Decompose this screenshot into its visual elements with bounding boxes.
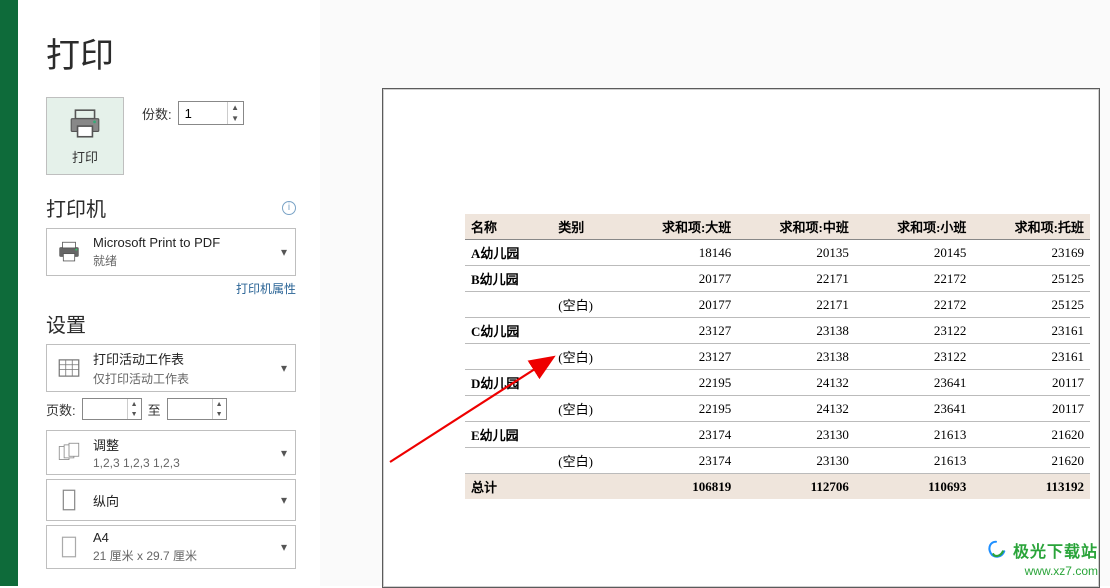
data-table: 名称 类别 求和项:大班 求和项:中班 求和项:小班 求和项:托班 A幼儿园18… bbox=[465, 214, 1090, 499]
print-button[interactable]: 打印 bbox=[46, 97, 124, 175]
watermark-title: 极光下载站 bbox=[1013, 538, 1098, 562]
settings-section-header: 设置 bbox=[46, 309, 296, 338]
pages-label: 页数: bbox=[46, 400, 76, 419]
paper-icon bbox=[55, 533, 83, 561]
printer-section-header: 打印机 i bbox=[46, 193, 296, 222]
printer-header-text: 打印机 bbox=[46, 193, 106, 222]
pages-to-label: 至 bbox=[148, 400, 161, 419]
chevron-down-icon: ▾ bbox=[281, 446, 287, 460]
info-icon[interactable]: i bbox=[282, 201, 296, 215]
paper-l2: 21 厘米 x 29.7 厘米 bbox=[93, 547, 271, 564]
paper-l1: A4 bbox=[93, 530, 271, 545]
portrait-icon bbox=[55, 486, 83, 514]
copies-row: 份数: ▲ ▼ bbox=[142, 101, 244, 125]
page-from-stepper[interactable]: ▲▼ bbox=[82, 398, 142, 420]
printer-properties-link[interactable]: 打印机属性 bbox=[236, 282, 296, 296]
printer-small-icon bbox=[55, 238, 83, 266]
watermark-url: www.xz7.com bbox=[1025, 564, 1098, 578]
table-row: A幼儿园18146201352014523169 bbox=[465, 240, 1090, 266]
page-title: 打印 bbox=[46, 28, 296, 77]
col-small: 求和项:小班 bbox=[855, 214, 973, 240]
printer-icon bbox=[68, 107, 102, 141]
pages-row: 页数: ▲▼ 至 ▲▼ bbox=[46, 398, 296, 420]
chevron-down-icon: ▾ bbox=[281, 540, 287, 554]
col-mid: 求和项:中班 bbox=[737, 214, 855, 240]
printer-status: 就绪 bbox=[93, 252, 271, 269]
table-row: (空白)23174231302161321620 bbox=[465, 448, 1090, 474]
col-cat: 类别 bbox=[552, 214, 619, 240]
copies-stepper[interactable]: ▲ ▼ bbox=[178, 101, 244, 125]
table-row: D幼儿园22195241322364120117 bbox=[465, 370, 1090, 396]
col-name: 名称 bbox=[465, 214, 552, 240]
table-row: C幼儿园23127231382312223161 bbox=[465, 318, 1090, 344]
print-what-l1: 打印活动工作表 bbox=[93, 349, 271, 368]
orientation-l1: 纵向 bbox=[93, 491, 271, 510]
table-header-row: 名称 类别 求和项:大班 求和项:中班 求和项:小班 求和项:托班 bbox=[465, 214, 1090, 240]
printer-select[interactable]: Microsoft Print to PDF 就绪 ▾ bbox=[46, 228, 296, 276]
orientation-select[interactable]: 纵向 ▾ bbox=[46, 479, 296, 521]
copies-label: 份数: bbox=[142, 104, 172, 123]
col-care: 求和项:托班 bbox=[972, 214, 1090, 240]
watermark-icon bbox=[985, 539, 1007, 561]
print-what-select[interactable]: 打印活动工作表 仅打印活动工作表 ▾ bbox=[46, 344, 296, 392]
settings-header-text: 设置 bbox=[46, 309, 86, 338]
print-button-label: 打印 bbox=[72, 147, 98, 166]
table-row: (空白)22195241322364120117 bbox=[465, 396, 1090, 422]
collate-l1: 调整 bbox=[93, 435, 271, 454]
printer-name: Microsoft Print to PDF bbox=[93, 235, 271, 250]
watermark: 极光下载站 www.xz7.com bbox=[985, 538, 1098, 578]
col-big: 求和项:大班 bbox=[620, 214, 738, 240]
copies-down[interactable]: ▼ bbox=[228, 113, 243, 124]
app-accent-strip bbox=[0, 0, 18, 586]
page-from-input[interactable] bbox=[83, 399, 127, 419]
print-preview-area: 名称 类别 求和项:大班 求和项:中班 求和项:小班 求和项:托班 A幼儿园18… bbox=[320, 0, 1110, 586]
collate-select[interactable]: 调整 1,2,3 1,2,3 1,2,3 ▾ bbox=[46, 430, 296, 475]
preview-document: 名称 类别 求和项:大班 求和项:中班 求和项:小班 求和项:托班 A幼儿园18… bbox=[465, 214, 1090, 499]
page-to-stepper[interactable]: ▲▼ bbox=[167, 398, 227, 420]
sheet-icon bbox=[55, 354, 83, 382]
print-what-l2: 仅打印活动工作表 bbox=[93, 370, 271, 387]
table-row: B幼儿园20177221712217225125 bbox=[465, 266, 1090, 292]
copies-up[interactable]: ▲ bbox=[228, 102, 243, 113]
table-row: (空白)23127231382312223161 bbox=[465, 344, 1090, 370]
table-row: E幼儿园23174231302161321620 bbox=[465, 422, 1090, 448]
page-to-input[interactable] bbox=[168, 399, 212, 419]
collate-icon bbox=[55, 439, 83, 467]
chevron-down-icon: ▾ bbox=[281, 245, 287, 259]
print-panel: 打印 打印 份数: ▲ ▼ 打印机 i bbox=[18, 0, 318, 586]
chevron-down-icon: ▾ bbox=[281, 493, 287, 507]
preview-page: 名称 类别 求和项:大班 求和项:中班 求和项:小班 求和项:托班 A幼儿园18… bbox=[382, 88, 1100, 588]
print-row: 打印 份数: ▲ ▼ bbox=[46, 97, 296, 175]
chevron-down-icon: ▾ bbox=[281, 361, 287, 375]
table-row: (空白)20177221712217225125 bbox=[465, 292, 1090, 318]
paper-select[interactable]: A4 21 厘米 x 29.7 厘米 ▾ bbox=[46, 525, 296, 569]
collate-l2: 1,2,3 1,2,3 1,2,3 bbox=[93, 456, 271, 470]
table-total-row: 总计106819112706110693113192 bbox=[465, 474, 1090, 500]
copies-input[interactable] bbox=[179, 102, 227, 124]
